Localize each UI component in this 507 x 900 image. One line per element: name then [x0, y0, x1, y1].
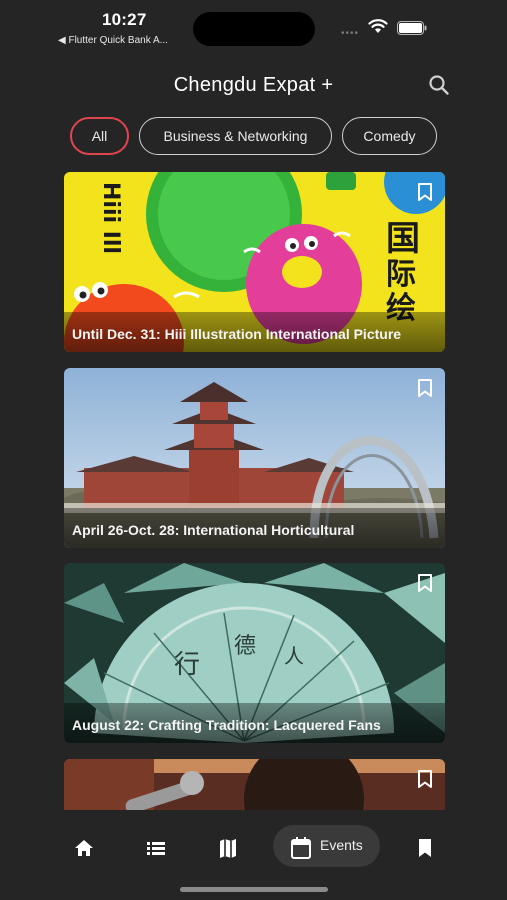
filter-chip-business-networking[interactable]: Business & Networking — [139, 117, 332, 155]
filter-chip-comedy[interactable]: Comedy — [342, 117, 437, 155]
nav-events-label[interactable]: Events — [320, 837, 363, 853]
wifi-icon — [368, 19, 388, 33]
list-icon[interactable] — [145, 830, 167, 866]
event-title: August 22: Crafting Tradition: Lacquered… — [72, 717, 381, 733]
svg-text:际: 际 — [386, 257, 416, 292]
bookmark-outline-icon[interactable] — [416, 573, 434, 593]
bookmark-outline-icon[interactable] — [416, 769, 434, 789]
event-card[interactable]: April 26-Oct. 28: International Horticul… — [64, 368, 445, 548]
category-filter-bar: All Business & Networking Comedy — [70, 117, 437, 155]
status-time: 10:27 — [102, 10, 147, 29]
event-title: April 26-Oct. 28: International Horticul… — [72, 522, 355, 538]
app-header: Chengdu Expat + — [0, 64, 507, 108]
bookmark-outline-icon[interactable] — [416, 182, 434, 202]
svg-text:人: 人 — [284, 644, 304, 668]
svg-text:行: 行 — [174, 650, 200, 680]
bookmark-outline-icon[interactable] — [416, 378, 434, 398]
svg-text:德: 德 — [234, 634, 256, 659]
svg-text:国: 国 — [386, 219, 420, 259]
dynamic-island — [193, 12, 315, 46]
status-bar: 10:27 ◀ Flutter Quick Bank A... •••• — [0, 0, 507, 58]
svg-text:Hiii Ill: Hiii Ill — [98, 182, 123, 254]
home-indicator — [180, 887, 328, 892]
battery-icon — [397, 21, 427, 35]
event-title: Until Dec. 31: Hiii Illustration Interna… — [72, 326, 402, 342]
event-card[interactable]: 行 德 人 August 22: Crafting Tradition: Lac… — [64, 563, 445, 743]
back-to-app-link[interactable]: ◀ Flutter Quick Bank A... — [58, 35, 168, 46]
map-icon[interactable] — [217, 830, 239, 866]
home-icon[interactable] — [73, 830, 95, 866]
event-card[interactable]: 国 际 绘 Hiii Ill Until Dec. 31: Hiii Illus… — [64, 172, 445, 352]
filter-chip-all[interactable]: All — [70, 117, 129, 155]
bookmark-icon[interactable] — [415, 830, 435, 866]
search-icon[interactable] — [426, 72, 452, 98]
signal-dots: •••• — [341, 28, 360, 39]
calendar-icon[interactable] — [289, 830, 313, 866]
